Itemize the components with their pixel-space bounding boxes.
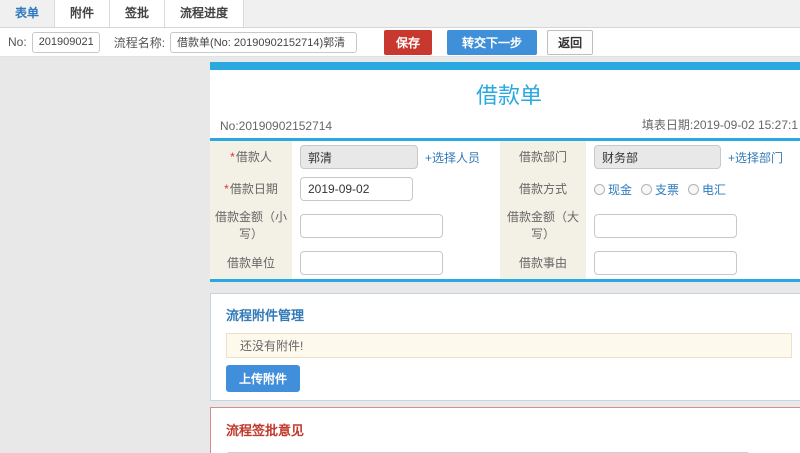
forward-next-step-button[interactable]: 转交下一步 <box>447 29 538 55</box>
department-field: +选择部门 <box>586 141 800 173</box>
attachments-panel: 流程附件管理 还没有附件! 上传附件 <box>210 293 800 401</box>
radio-circle-icon[interactable] <box>641 183 653 195</box>
amount-big-field <box>586 205 800 247</box>
method-field: 现金 支票 电汇 <box>586 173 800 205</box>
radio-circle-icon[interactable] <box>594 183 605 195</box>
action-toolbar: No: 流程名称: 保存 转交下一步 返回 <box>0 28 800 57</box>
tab-approval[interactable]: 签批 <box>110 0 166 27</box>
no-label: No: <box>8 35 27 49</box>
unit-input[interactable] <box>300 251 443 275</box>
unit-label: 借款单位 <box>210 247 292 279</box>
borrower-input[interactable] <box>300 145 418 169</box>
loan-date-field <box>292 173 500 205</box>
method-label: 借款方式 <box>500 173 586 205</box>
unit-field <box>292 247 500 279</box>
save-button[interactable]: 保存 <box>384 29 433 55</box>
doc-number: No:20190902152714 <box>220 119 333 133</box>
loan-form-grid: *借款人 +选择人员 借款部门 +选择部门 *借款日期 借款方式 <box>210 141 800 282</box>
radio-cheque[interactable]: 支票 <box>641 181 679 198</box>
reason-input[interactable] <box>594 251 737 275</box>
borrower-field: +选择人员 <box>292 141 500 173</box>
borrower-label: *借款人 <box>210 141 292 173</box>
reason-field <box>586 247 800 279</box>
loan-date-input[interactable] <box>300 177 413 201</box>
amount-small-label: 借款金额（小写） <box>210 205 292 247</box>
tab-attachments[interactable]: 附件 <box>55 0 111 27</box>
radio-circle-icon[interactable] <box>688 183 700 195</box>
fill-date: 填表日期:2019-09-02 15:27:1 <box>641 118 798 132</box>
loan-form-panel: 借款单 No:20190902152714 填表日期:2019-09-02 15… <box>210 62 800 282</box>
tab-form[interactable]: 表单 <box>0 0 56 27</box>
upload-attachment-button[interactable]: 上传附件 <box>226 365 301 392</box>
flow-name-input[interactable] <box>170 31 358 53</box>
flow-name-label: 流程名称: <box>113 35 166 50</box>
back-button[interactable]: 返回 <box>547 29 594 55</box>
form-title: 借款单 <box>475 83 542 108</box>
doc-meta-row: No:20190902152714 填表日期:2019-09-02 15:27:… <box>210 114 800 141</box>
tab-bar: 表单 附件 签批 流程进度 <box>0 0 800 28</box>
amount-big-input[interactable] <box>594 214 737 238</box>
attachments-heading: 流程附件管理 <box>226 308 305 323</box>
no-attachments-message: 还没有附件! <box>226 333 792 358</box>
amount-small-input[interactable] <box>300 214 443 238</box>
radio-cash[interactable]: 现金 <box>594 181 632 198</box>
select-department-link[interactable]: +选择部门 <box>728 149 783 166</box>
department-input[interactable] <box>594 145 721 169</box>
department-label: 借款部门 <box>500 141 586 173</box>
tab-progress[interactable]: 流程进度 <box>165 0 245 27</box>
radio-wire-transfer[interactable]: 电汇 <box>688 181 726 198</box>
loan-date-label: *借款日期 <box>210 173 292 205</box>
document-area: 借款单 No:20190902152714 填表日期:2019-09-02 15… <box>210 62 800 453</box>
required-asterisk: * <box>230 149 235 164</box>
panel-accent-bar <box>210 62 800 70</box>
select-person-link[interactable]: +选择人员 <box>425 149 480 166</box>
approval-heading: 流程签批意见 <box>226 423 305 438</box>
reason-label: 借款事由 <box>500 247 586 279</box>
amount-small-field <box>292 205 500 247</box>
no-input[interactable] <box>31 31 100 53</box>
approval-panel: 流程签批意见 B I abc <box>210 407 800 453</box>
required-asterisk: * <box>224 181 229 196</box>
amount-big-label: 借款金额（大写） <box>500 205 586 247</box>
